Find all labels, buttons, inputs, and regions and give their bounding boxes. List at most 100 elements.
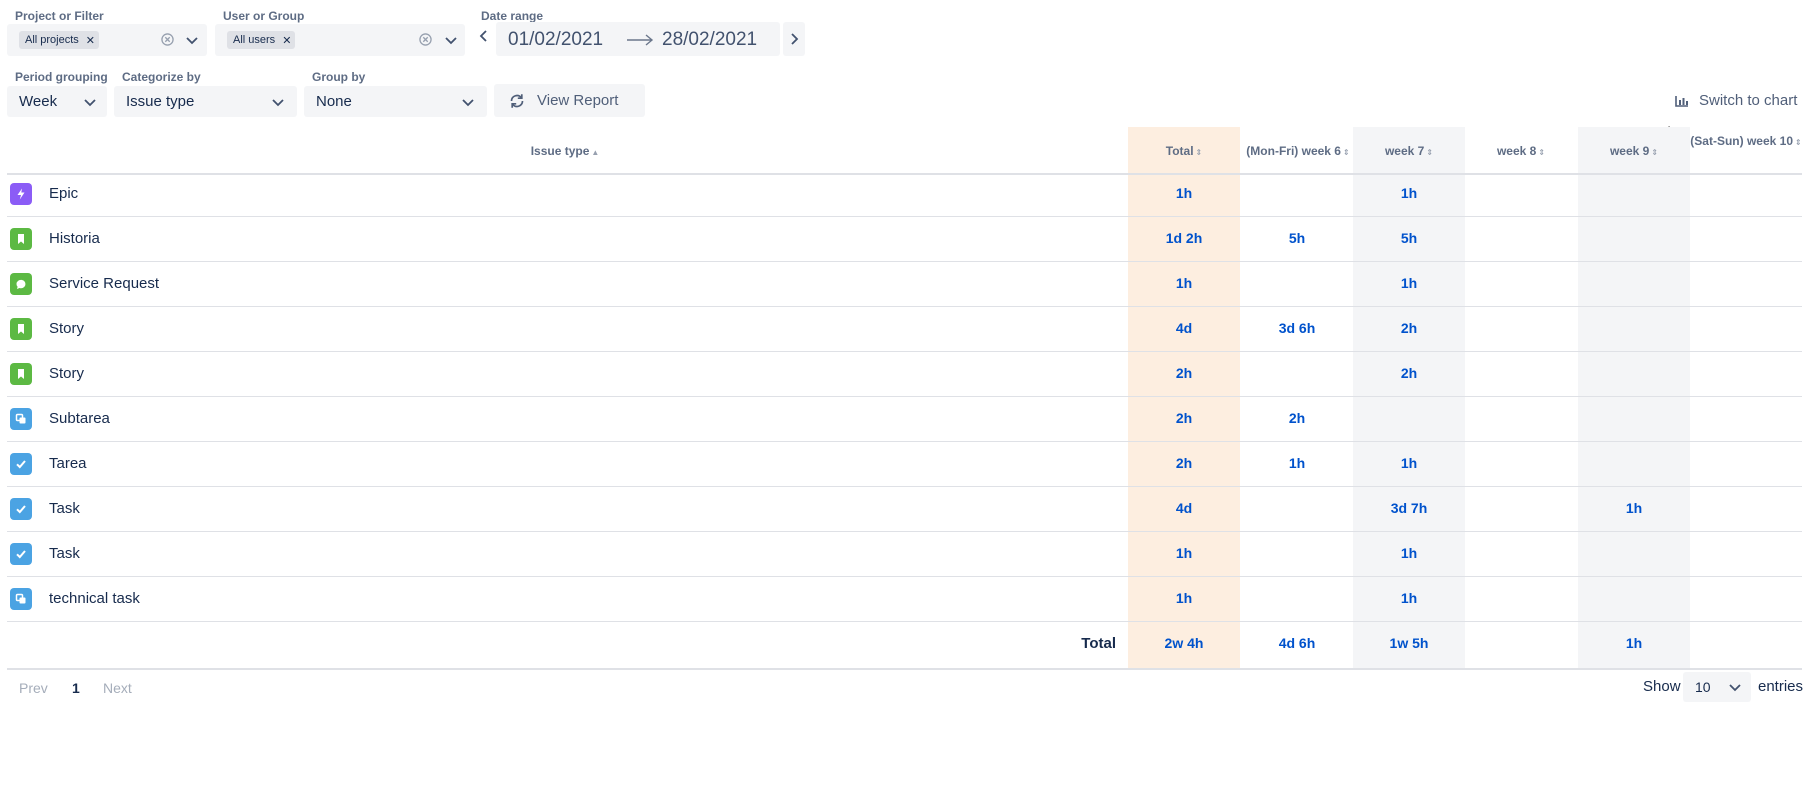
time-value-link[interactable]: 3d 6h — [1241, 320, 1353, 336]
table-row: Subtarea 2h 2h — [0, 397, 1807, 442]
remove-chip-icon[interactable]: ✕ — [282, 34, 291, 47]
time-value-link[interactable]: 5h — [1353, 230, 1465, 246]
page-number-button[interactable]: 1 — [72, 680, 80, 696]
totals-row: Total 2w 4h 4d 6h 1w 5h 1h — [0, 622, 1807, 667]
column-header-week-6[interactable]: (Mon-Fri) week 6 ⇕ — [1242, 143, 1354, 161]
table-row: Epic 1h 1h — [0, 172, 1807, 217]
clear-icon[interactable] — [419, 33, 432, 46]
project-chip-label: All projects — [25, 34, 79, 46]
issue-type-name: Tarea — [49, 455, 87, 472]
arrow-right-icon — [627, 34, 654, 46]
totals-label: Total — [1081, 635, 1116, 652]
time-value-link[interactable]: 1h — [1353, 455, 1465, 471]
sort-icon: ⇕ — [1195, 148, 1203, 157]
entries-per-page-value: 10 — [1695, 679, 1711, 695]
column-total-value[interactable]: 1h — [1578, 635, 1690, 651]
time-value-link[interactable]: 1h — [1578, 500, 1690, 516]
date-range-picker[interactable]: 01/02/2021 28/02/2021 — [496, 22, 780, 56]
time-value-link[interactable]: 2h — [1353, 365, 1465, 381]
chevron-down-icon[interactable] — [185, 33, 199, 47]
date-from-input[interactable]: 01/02/2021 — [508, 29, 603, 51]
period-grouping-select[interactable]: Week — [7, 86, 107, 117]
period-grouping-label: Period grouping — [15, 70, 108, 84]
table-row: Task 4d 3d 7h 1h — [0, 487, 1807, 532]
column-header-total[interactable]: Total ⇕ — [1128, 143, 1240, 161]
story-icon — [10, 318, 32, 340]
row-total-value[interactable]: 4d — [1128, 320, 1240, 336]
column-total-value[interactable]: 1w 5h — [1353, 635, 1465, 651]
epic-icon — [10, 183, 32, 205]
time-value-link[interactable]: 5h — [1241, 230, 1353, 246]
column-header-week-10[interactable]: (Sat-Sun) week 10 ⇕ — [1690, 133, 1802, 151]
remove-chip-icon[interactable]: ✕ — [86, 34, 95, 47]
prev-page-button[interactable]: Prev — [19, 680, 48, 696]
clear-icon[interactable] — [161, 33, 174, 46]
group-by-label: Group by — [312, 70, 366, 84]
view-report-button[interactable]: View Report — [494, 84, 645, 117]
group-by-select[interactable]: None — [304, 86, 487, 117]
refresh-icon — [510, 94, 524, 108]
task-icon — [10, 453, 32, 475]
user-chip-label: All users — [233, 34, 276, 46]
row-total-value[interactable]: 4d — [1128, 500, 1240, 516]
issue-type-name: Task — [49, 500, 80, 517]
column-header-week-8[interactable]: week 8 ⇕ — [1465, 143, 1577, 161]
project-chip: All projects ✕ — [19, 31, 100, 49]
row-total-value[interactable]: 2h — [1128, 410, 1240, 426]
next-page-button[interactable]: Next — [103, 680, 132, 696]
time-value-link[interactable]: 3d 7h — [1353, 500, 1465, 516]
column-total-value[interactable]: 4d 6h — [1241, 635, 1353, 651]
sort-icon: ⇕ — [1538, 148, 1546, 157]
issue-type-name: Service Request — [49, 275, 160, 292]
row-total-value[interactable]: 2h — [1128, 455, 1240, 471]
time-value-link[interactable]: 2h — [1241, 410, 1353, 426]
issue-type-name: Subtarea — [49, 410, 110, 427]
user-filter-select[interactable]: All users ✕ — [215, 24, 465, 56]
categorize-by-select[interactable]: Issue type — [114, 86, 297, 117]
row-total-value[interactable]: 1h — [1128, 185, 1240, 201]
entries-label: entries — [1758, 678, 1804, 695]
view-report-label: View Report — [537, 92, 619, 109]
row-total-value[interactable]: 1h — [1128, 590, 1240, 606]
subtask-icon — [10, 408, 32, 430]
period-grouping-value: Week — [19, 93, 58, 110]
row-total-value[interactable]: 1d 2h — [1128, 230, 1240, 246]
user-chip: All users ✕ — [227, 31, 296, 49]
bar-chart-icon — [1675, 95, 1688, 107]
group-by-value: None — [316, 93, 352, 110]
switch-to-chart-button[interactable]: Switch to chart — [1675, 92, 1797, 109]
row-total-value[interactable]: 2h — [1128, 365, 1240, 381]
chevron-left-icon[interactable] — [478, 29, 490, 43]
time-value-link[interactable]: 1h — [1353, 545, 1465, 561]
categorize-by-value: Issue type — [126, 93, 195, 110]
project-filter-select[interactable]: All projects ✕ — [7, 24, 207, 56]
column-header-week-9[interactable]: week 9 ⇕ — [1578, 143, 1690, 161]
categorize-by-label: Categorize by — [122, 70, 201, 84]
time-value-link[interactable]: 1h — [1353, 185, 1465, 201]
table-row: Task 1h 1h — [0, 532, 1807, 577]
header-label: week 7 — [1384, 144, 1425, 158]
date-range-label: Date range — [481, 9, 544, 23]
time-value-link[interactable]: 1h — [1241, 455, 1353, 471]
chevron-down-icon[interactable] — [444, 33, 458, 47]
column-header-week-7[interactable]: week 7 ⇕ — [1353, 143, 1465, 161]
time-value-link[interactable]: 2h — [1353, 320, 1465, 336]
table-row: technical task 1h 1h — [0, 577, 1807, 622]
time-value-link[interactable]: 1h — [1353, 590, 1465, 606]
story-icon — [10, 228, 32, 250]
header-label: (Sat-Sun) week 10 — [1690, 134, 1793, 148]
issue-type-name: technical task — [49, 590, 140, 607]
column-total-value[interactable]: 2w 4h — [1128, 635, 1240, 651]
column-header-issue-type[interactable]: Issue type ▲ — [440, 143, 690, 161]
next-period-button[interactable] — [783, 22, 805, 56]
date-to-input[interactable]: 28/02/2021 — [662, 29, 757, 51]
sort-icon: ⇕ — [1651, 148, 1659, 157]
issue-type-name: Historia — [49, 230, 100, 247]
sort-asc-icon: ▲ — [591, 148, 600, 157]
entries-per-page-select[interactable]: 10 — [1683, 672, 1751, 702]
row-total-value[interactable]: 1h — [1128, 275, 1240, 291]
header-label: (Mon-Fri) week 6 — [1246, 144, 1341, 158]
chevron-down-icon — [272, 99, 284, 107]
row-total-value[interactable]: 1h — [1128, 545, 1240, 561]
time-value-link[interactable]: 1h — [1353, 275, 1465, 291]
